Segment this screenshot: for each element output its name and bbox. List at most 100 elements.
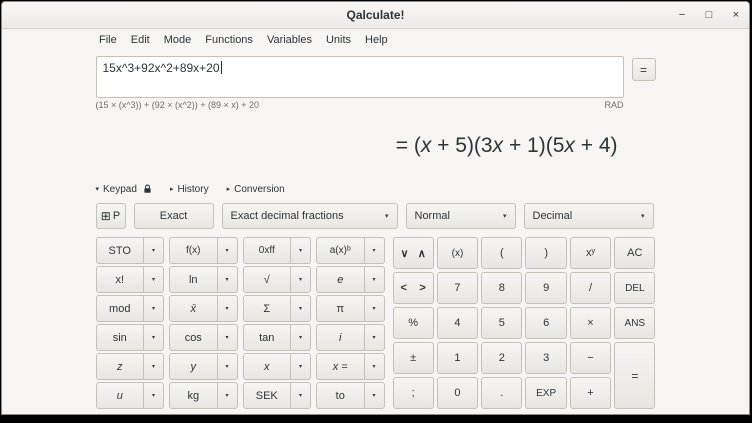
keypad-key[interactable]: ± [393,342,434,374]
keypad-key[interactable]: = [614,342,655,409]
keypad-key[interactable]: ; [393,377,434,409]
keypad-key-dropdown-arrow[interactable]: ▾ [218,382,238,409]
keypad-key[interactable]: f(x) [169,237,218,264]
keypad-key-dropdown-arrow[interactable]: ▾ [144,382,164,409]
keypad-key-dropdown-arrow[interactable]: ▾ [291,266,311,293]
keypad-expander[interactable]: ▾ Keypad [96,184,152,195]
maximize-button[interactable]: □ [702,8,716,22]
calculate-button[interactable]: = [632,58,656,81]
keypad-key[interactable]: DEL [614,272,655,304]
keypad-key[interactable]: x! [96,266,145,293]
keypad-key-dropdown-arrow[interactable]: ▾ [365,295,385,322]
keypad-key[interactable]: ln [169,266,218,293]
keypad-key[interactable]: Σ [243,295,292,322]
keypad-key[interactable]: ∨∧ [393,237,434,269]
keypad-key-dropdown-arrow[interactable]: ▾ [291,353,311,380]
keypad-key[interactable]: STO [96,237,145,264]
keypad-key-dropdown-arrow[interactable]: ▾ [291,295,311,322]
keypad-key[interactable]: 1 [437,342,478,374]
menu-functions[interactable]: Functions [198,32,260,48]
keypad-key[interactable]: xʸ [570,237,611,269]
menu-file[interactable]: File [92,32,124,48]
keypad-key[interactable]: 3 [525,342,566,374]
keypad-key-dropdown-arrow[interactable]: ▾ [218,266,238,293]
keypad-key-dropdown-arrow[interactable]: ▾ [218,353,238,380]
keypad-key-dropdown-arrow[interactable]: ▾ [365,382,385,409]
keypad-key[interactable]: 4 [437,307,478,339]
keypad-key-dropdown-arrow[interactable]: ▾ [144,353,164,380]
keypad-key[interactable]: a(x)ᵇ [316,237,365,264]
keypad-key-dropdown-arrow[interactable]: ▾ [365,324,385,351]
keypad-key-dropdown-arrow[interactable]: ▾ [365,237,385,264]
keypad-key[interactable]: × [570,307,611,339]
keypad-key-dropdown-arrow[interactable]: ▾ [365,266,385,293]
keypad-key[interactable]: 6 [525,307,566,339]
fraction-mode-dropdown[interactable]: Exact decimal fractions ▾ [222,203,398,229]
keypad-key[interactable]: e [316,266,365,293]
keypad-key-dropdown-arrow[interactable]: ▾ [291,382,311,409]
keypad-key[interactable]: (x) [437,237,478,269]
keypad-key[interactable]: ( [481,237,522,269]
menu-variables[interactable]: Variables [260,32,319,48]
keypad-key[interactable]: ANS [614,307,655,339]
keypad-key[interactable]: ) [525,237,566,269]
keypad-key[interactable]: . [481,377,522,409]
keypad-key-dropdown-arrow[interactable]: ▾ [218,237,238,264]
keypad-key[interactable]: tan [243,324,292,351]
number-base-dropdown[interactable]: Decimal ▾ [524,203,654,229]
menu-mode[interactable]: Mode [157,32,199,48]
conversion-expander[interactable]: ▸ Conversion [227,184,285,195]
lock-icon[interactable] [143,184,152,194]
keypad-key[interactable]: π [316,295,365,322]
keypad-key-dropdown-arrow[interactable]: ▾ [218,295,238,322]
keypad-key[interactable]: EXP [525,377,566,409]
menu-help[interactable]: Help [358,32,395,48]
keypad-key-dropdown-arrow[interactable]: ▾ [144,266,164,293]
keypad-key[interactable]: <> [393,272,434,304]
keypad-key[interactable]: kg [169,382,218,409]
keypad-key[interactable]: i [316,324,365,351]
keypad-key[interactable]: x̄ [169,295,218,322]
exact-toggle-button[interactable]: Exact [134,203,214,229]
keypad-key[interactable]: 8 [481,272,522,304]
keypad-key[interactable]: z [96,353,145,380]
keypad-key[interactable]: x [243,353,292,380]
angle-mode-indicator[interactable]: RAD [604,100,623,110]
keypad-key[interactable]: cos [169,324,218,351]
keypad-key[interactable]: sin [96,324,145,351]
keypad-key-dropdown-arrow[interactable]: ▾ [144,237,164,264]
keypad-key[interactable]: 7 [437,272,478,304]
keypad-key[interactable]: 9 [525,272,566,304]
keypad-key-dropdown-arrow[interactable]: ▾ [144,295,164,322]
keypad-key-dropdown-arrow[interactable]: ▾ [365,353,385,380]
keypad-key-dropdown-arrow[interactable]: ▾ [144,324,164,351]
keypad-key[interactable]: AC [614,237,655,269]
keypad-key-dropdown-arrow[interactable]: ▾ [291,324,311,351]
history-expander[interactable]: ▸ History [170,184,209,195]
keypad-key-dropdown-arrow[interactable]: ▾ [218,324,238,351]
keypad-key-dropdown-arrow[interactable]: ▾ [291,237,311,264]
keypad-key[interactable]: mod [96,295,145,322]
keypad-key[interactable]: 5 [481,307,522,339]
keypad-key[interactable]: 0 [437,377,478,409]
keypad-key[interactable]: √ [243,266,292,293]
keypad-key[interactable]: + [570,377,611,409]
keypad-key[interactable]: 0xff [243,237,292,264]
keypad-key[interactable]: − [570,342,611,374]
expression-input[interactable]: 15x^3+92x^2+89x+20 [96,56,624,98]
keypad-key[interactable]: SEK [243,382,292,409]
keypad-key[interactable]: u [96,382,145,409]
display-mode-dropdown[interactable]: Normal ▾ [406,203,516,229]
keypad-key[interactable]: to [316,382,365,409]
keypad-key[interactable]: % [393,307,434,339]
keypad-key[interactable]: / [570,272,611,304]
keypad-key[interactable]: 2 [481,342,522,374]
title-bar[interactable]: Qalculate! − □ × [2,2,749,29]
minimize-button[interactable]: − [675,8,689,22]
close-button[interactable]: × [729,8,743,22]
keypad-key[interactable]: y [169,353,218,380]
programming-keypad-button[interactable]: ⊞P [96,203,126,229]
menu-edit[interactable]: Edit [124,32,157,48]
menu-units[interactable]: Units [319,32,358,48]
keypad-key[interactable]: x = [316,353,365,380]
